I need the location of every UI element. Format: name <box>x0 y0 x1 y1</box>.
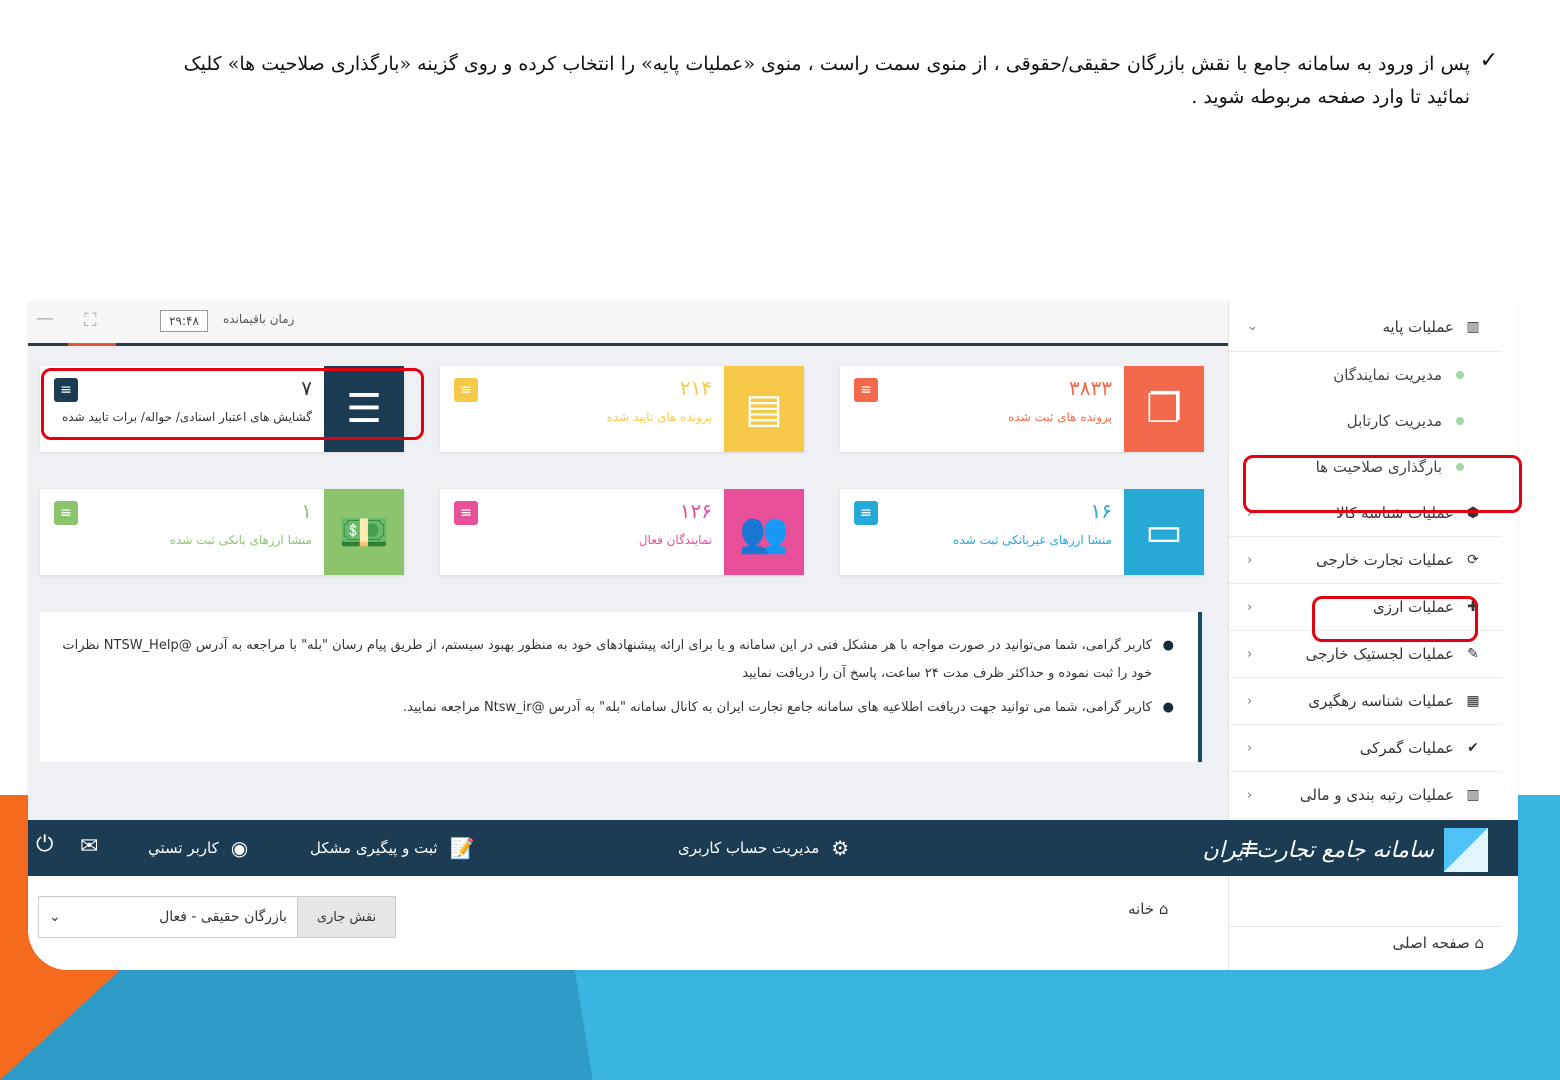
top-strip: — ⛶ ۲۹:۴۸ زمان باقیمانده <box>28 302 1228 346</box>
notice-panel: کاربر گرامی، شما می‌توانید در صورت مواجه… <box>40 612 1202 762</box>
highlight-box <box>41 368 424 440</box>
home-icon: ⌂ <box>1158 900 1169 918</box>
chevron-left-icon: ‹ <box>1247 787 1253 803</box>
hamburger-menu-icon[interactable]: ≡ <box>1240 834 1260 862</box>
highlight-box <box>1243 455 1522 513</box>
divider <box>1229 926 1502 927</box>
stat-value: ۱۶ <box>1090 499 1112 523</box>
card-icon: ▭ <box>1124 489 1204 575</box>
users-icon: 👥 <box>724 489 804 575</box>
role-label: نقش جاری <box>297 897 395 937</box>
logo-mark-icon <box>1444 828 1488 872</box>
list-icon[interactable]: ≡ <box>454 501 478 525</box>
breadcrumb-label: خانه <box>1128 900 1155 918</box>
timer-label: زمان باقیمانده <box>223 312 295 326</box>
nav-user[interactable]: ◉ کاربر تستي <box>148 836 248 860</box>
nav-label: ثبت و پیگیری مشکل <box>310 839 438 857</box>
avatar: ◉ <box>230 836 249 860</box>
sidebar-item-tracking-id[interactable]: ▦ عملیات شناسه رهگیری ‹ <box>1229 678 1502 725</box>
sidebar-item-home[interactable]: ⌂ صفحه اصلی <box>1392 934 1484 952</box>
bar-chart-icon: ▥ <box>1466 787 1480 803</box>
stat-card-bank-currency[interactable]: 💵 ۱ منشا ارزهای بانکی ثبت شده ≡ <box>40 489 404 575</box>
stat-value: ۳۸۳۳ <box>1069 376 1112 400</box>
sidebar-subitem-label: مدیریت نمایندگان <box>1333 366 1442 384</box>
money-icon: 💵 <box>324 489 404 575</box>
edit-icon: ✎ <box>1467 646 1479 662</box>
sidebar-menu: ▥ عملیات پایه ⌄ مدیریت نمایندگان مدیریت … <box>1228 302 1502 820</box>
bar-chart-icon: ▥ <box>1466 318 1480 335</box>
sidebar-item-label: عملیات پایه <box>1382 317 1454 336</box>
document-icon: ▤ <box>724 366 804 452</box>
notice-item: کاربر گرامی، شما می توانید جهت دریافت اط… <box>60 694 1174 722</box>
sidebar-item-label: عملیات شناسه رهگیری <box>1308 692 1454 710</box>
stat-value: ۱ <box>301 499 312 523</box>
notice-item: کاربر گرامی، شما می‌توانید در صورت مواجه… <box>60 632 1174 688</box>
files-icon: ❐ <box>1124 366 1204 452</box>
role-value: بازرگان حقیقی - فعال <box>159 909 287 925</box>
sidebar-subitem-cartable[interactable]: مدیریت کارتابل <box>1229 398 1502 444</box>
minus-icon[interactable]: — <box>36 308 54 329</box>
stat-label: منشا ارزهای بانکی ثبت شده <box>169 533 312 547</box>
qrcode-icon: ▦ <box>1466 693 1480 709</box>
current-role-select[interactable]: بازرگان حقیقی - فعال ⌄ نقش جاری <box>38 896 396 938</box>
stat-label: پرونده های تایید شده <box>606 410 712 424</box>
notepad-icon: 📝 <box>449 836 475 860</box>
logo-text: سامانه جامع تجارت ایران <box>1202 837 1434 863</box>
sidebar-item-label: صفحه اصلی <box>1392 934 1470 952</box>
chevron-left-icon: ‹ <box>1247 599 1253 615</box>
chevron-left-icon: ‹ <box>1247 740 1253 756</box>
sidebar-item-label: عملیات گمرکی <box>1359 739 1454 757</box>
chevron-left-icon: ‹ <box>1247 646 1253 662</box>
sidebar-item-rating[interactable]: ▥ عملیات رتبه بندی و مالی ‹ <box>1229 772 1502 819</box>
active-tab-accent <box>68 343 116 346</box>
sidebar-item-label: عملیات لجستیک خارجی <box>1305 645 1454 663</box>
sidebar-subitem-agents[interactable]: مدیریت نمایندگان <box>1229 352 1502 398</box>
sidebar-item-customs[interactable]: ✔ عملیات گمرکی ‹ <box>1229 725 1502 772</box>
stat-label: نمایندگان فعال <box>638 533 712 547</box>
breadcrumb[interactable]: ⌂ خانه <box>1128 900 1168 918</box>
chevron-down-icon: ⌄ <box>1247 319 1258 334</box>
sidebar-item-foreign-trade[interactable]: ⟳ عملیات تجارت خارجی ‹ <box>1229 537 1502 584</box>
refresh-icon: ⟳ <box>1467 552 1479 568</box>
home-icon: ⌂ <box>1474 934 1484 952</box>
list-icon[interactable]: ≡ <box>854 501 878 525</box>
chevron-down-icon: ⌄ <box>49 909 61 925</box>
check-icon: ✔ <box>1467 740 1479 756</box>
timer-value: ۲۹:۴۸ <box>160 310 208 332</box>
sidebar-bottom: ⌂ صفحه اصلی <box>1228 876 1502 970</box>
stat-card-nonbank-currency[interactable]: ▭ ۱۶ منشا ارزهای غیربانکی ثبت شده ≡ <box>840 489 1204 575</box>
sidebar-item-base-operations[interactable]: ▥ عملیات پایه ⌄ <box>1229 302 1502 352</box>
stat-card-approved-files[interactable]: ▤ ۲۱۴ پرونده های تایید شده ≡ <box>440 366 804 452</box>
sidebar-subitem-label: مدیریت کارتابل <box>1346 412 1442 430</box>
stat-card-active-agents[interactable]: 👥 ۱۲۶ نمایندگان فعال ≡ <box>440 489 804 575</box>
stat-card-registered-files[interactable]: ❐ ۳۸۳۳ پرونده های ثبت شده ≡ <box>840 366 1204 452</box>
sidebar-item-label: عملیات رتبه بندی و مالی <box>1299 786 1454 804</box>
instruction-line-1: پس از ورود به سامانه جامع با نقش بازرگان… <box>183 53 1470 75</box>
list-icon[interactable]: ≡ <box>54 501 78 525</box>
instruction-line-2: نمائید تا وارد صفحه مربوطه شوید . <box>1191 86 1470 108</box>
nav-issue-tracking[interactable]: 📝 ثبت و پیگیری مشکل <box>310 836 474 860</box>
sidebar-item-label: عملیات تجارت خارجی <box>1316 551 1454 569</box>
gears-icon: ⚙ <box>831 836 850 860</box>
highlight-box <box>1312 596 1478 642</box>
fullscreen-icon[interactable]: ⛶ <box>84 310 97 331</box>
top-navbar: سامانه جامع تجارت ایران ≡ ⚙ مدیریت حساب … <box>28 820 1518 876</box>
list-icon[interactable]: ≡ <box>454 378 478 402</box>
stat-value: ۱۲۶ <box>679 499 712 523</box>
nav-label: مدیریت حساب کاربری <box>678 839 820 857</box>
chevron-left-icon: ‹ <box>1247 693 1253 709</box>
mail-icon[interactable]: ✉ <box>80 834 98 859</box>
stat-label: پرونده های ثبت شده <box>1008 410 1112 424</box>
nav-account-management[interactable]: ⚙ مدیریت حساب کاربری <box>678 836 849 860</box>
nav-label: کاربر تستي <box>148 839 219 857</box>
checkmark-icon: ✓ <box>1479 48 1498 73</box>
power-icon[interactable]: ⏻ <box>36 832 53 857</box>
stat-value: ۲۱۴ <box>679 376 712 400</box>
stat-label: منشا ارزهای غیربانکی ثبت شده <box>953 533 1112 547</box>
instruction-text: پس از ورود به سامانه جامع با نقش بازرگان… <box>70 48 1470 114</box>
chevron-left-icon: ‹ <box>1247 552 1253 568</box>
list-icon[interactable]: ≡ <box>854 378 878 402</box>
role-dropdown[interactable]: بازرگان حقیقی - فعال ⌄ <box>39 897 297 937</box>
